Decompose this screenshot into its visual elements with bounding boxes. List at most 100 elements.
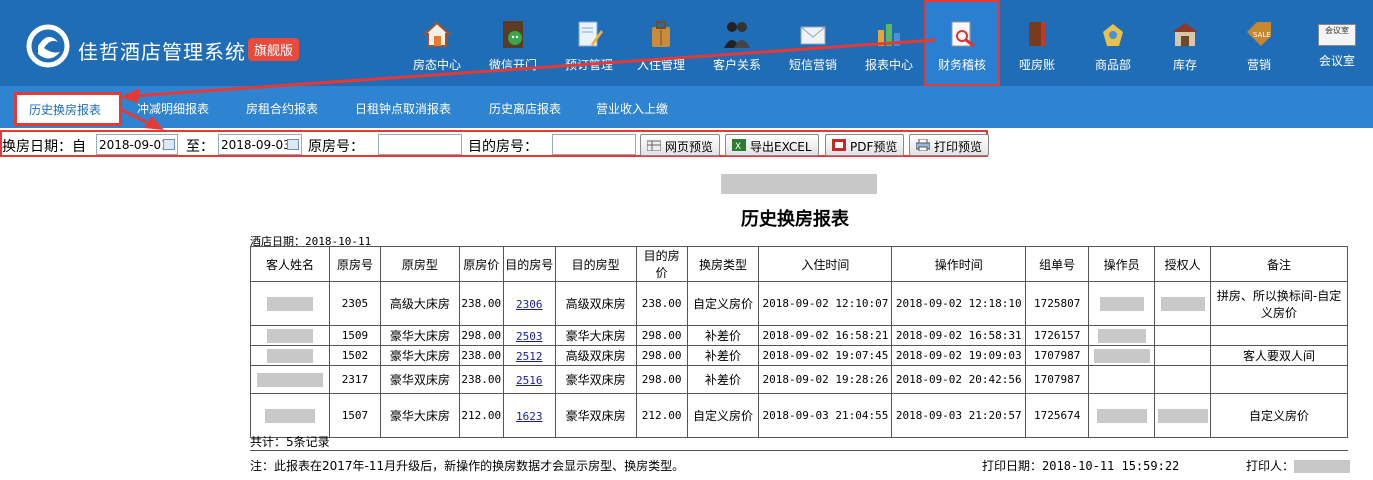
orig-type-cell: 豪华大床房 — [379, 325, 460, 346]
tab-offset-detail-report[interactable]: 冲减明细报表 — [137, 100, 209, 117]
nav-customer[interactable]: 客户关系 — [704, 0, 770, 86]
change-type-cell: 自定义房价 — [686, 281, 760, 326]
column-header: 组单号 — [1025, 246, 1090, 282]
orig-room-cell: 2305 — [328, 281, 381, 326]
nav-label: 哑房账 — [1018, 58, 1055, 72]
web-preview-button[interactable]: 网页预览 — [640, 134, 721, 156]
edition-badge: 旗舰版 — [248, 38, 300, 61]
nav-room-status[interactable]: 房态中心 — [404, 0, 470, 86]
guest-name-cell — [250, 325, 330, 346]
printer-icon — [916, 139, 930, 151]
column-header: 换房类型 — [686, 246, 760, 282]
calendar-icon[interactable] — [287, 139, 299, 150]
nav-marketing[interactable]: SALE 营销 — [1226, 0, 1292, 86]
group-no-cell: 1725674 — [1025, 393, 1090, 438]
nav-booking[interactable]: 预订管理 — [556, 0, 622, 86]
calendar-icon[interactable] — [163, 139, 175, 150]
column-header: 操作时间 — [891, 246, 1027, 282]
table-row: 1509 豪华大床房 298.00 2503 豪华大床房 298.00 补差价 … — [250, 325, 1348, 346]
button-label: 网页预览 — [665, 140, 714, 154]
booking-pencil-icon — [578, 21, 603, 47]
redacted-guest-name — [266, 348, 313, 363]
print-date: 打印日期：2018-10-11 15:59:22 — [982, 457, 1179, 474]
tab-history-checkout-report[interactable]: 历史离店报表 — [489, 100, 561, 117]
nav-label: 商品部 — [1094, 58, 1131, 72]
column-header: 目的房型 — [554, 246, 637, 282]
checkin-time-cell: 2018-09-03 21:04:55 — [758, 393, 893, 438]
group-no-cell: 1725807 — [1025, 281, 1090, 326]
table-row: 2305 高级大床房 238.00 2306 高级双床房 238.00 自定义房… — [250, 281, 1348, 326]
authorizer-cell — [1154, 281, 1212, 326]
orig-room-cell: 1502 — [328, 345, 381, 366]
pdf-icon — [832, 139, 846, 151]
tab-rent-contract-report[interactable]: 房租合约报表 — [246, 100, 318, 117]
export-excel-button[interactable]: X 导出EXCEL — [725, 134, 819, 156]
nav-checkin[interactable]: 入住管理 — [628, 0, 694, 86]
tab-day-hour-cancel-report[interactable]: 日租钟点取消报表 — [355, 100, 451, 117]
envelope-icon — [800, 26, 826, 45]
print-date-value: 2018-10-11 15:59:22 — [1042, 459, 1180, 473]
target-room-cell: 2306 — [502, 281, 556, 326]
redacted-authorizer — [1160, 296, 1205, 311]
orig-type-cell: 豪华双床房 — [379, 365, 460, 394]
guest-name-cell — [250, 393, 330, 438]
note-cell — [1210, 365, 1348, 394]
date-to-input[interactable]: 2018-09-03 — [218, 134, 302, 155]
date-from-input[interactable]: 2018-09-01 — [96, 134, 178, 155]
table-row: 1502 豪华大床房 238.00 2512 高级双床房 298.00 补差价 … — [250, 345, 1348, 366]
button-label: PDF预览 — [850, 140, 898, 154]
orig-type-cell: 豪华大床房 — [379, 393, 460, 438]
change-type-cell: 补差价 — [686, 345, 760, 366]
orig-room-cell: 1507 — [328, 393, 381, 438]
column-header: 原房号 — [328, 246, 381, 282]
nav-label: 报表中心 — [864, 58, 913, 72]
table-header-row: 客人姓名 原房号 原房型 原房价 目的房号 目的房型 目的房价 换房类型 入住时… — [250, 246, 1348, 282]
nav-finance-audit[interactable]: 财务稽核 — [924, 0, 1000, 86]
target-room-link[interactable]: 1623 — [516, 410, 543, 423]
target-price-cell: 298.00 — [635, 325, 688, 346]
operator-cell — [1088, 393, 1156, 438]
tab-revenue-remit[interactable]: 营业收入上缴 — [596, 100, 668, 117]
nav-goods[interactable]: 商品部 — [1080, 0, 1146, 86]
target-room-link[interactable]: 2512 — [516, 350, 543, 363]
target-room-link[interactable]: 2503 — [516, 330, 543, 343]
orig-price-cell: 298.00 — [458, 325, 504, 346]
room-change-table: 客人姓名 原房号 原房型 原房价 目的房号 目的房型 目的房价 换房类型 入住时… — [250, 246, 1348, 438]
authorizer-cell — [1154, 365, 1212, 394]
change-type-cell: 补差价 — [686, 365, 760, 394]
nav-label: 入住管理 — [636, 58, 685, 72]
table-row: 1507 豪华大床房 212.00 1623 豪华双床房 212.00 自定义房… — [250, 393, 1348, 438]
nav-label: 房态中心 — [412, 58, 461, 72]
target-room-label: 目的房号： — [468, 139, 538, 155]
print-preview-button[interactable]: 打印预览 — [909, 134, 990, 156]
target-room-link[interactable]: 2306 — [516, 298, 543, 311]
nav-meeting-room[interactable]: 会议室 会议室 — [1304, 0, 1370, 86]
orig-room-input[interactable] — [378, 134, 462, 155]
nav-label: 预订管理 — [564, 58, 613, 72]
target-room-link[interactable]: 2516 — [516, 374, 543, 387]
pdf-preview-button[interactable]: PDF预览 — [825, 134, 905, 156]
redacted-operator — [1097, 328, 1146, 343]
guest-name-cell — [250, 345, 330, 366]
date-from-value: 2018-09-01 — [99, 138, 169, 152]
nav-sms[interactable]: 短信营销 — [780, 0, 846, 86]
column-header: 备注 — [1210, 246, 1348, 282]
target-room-input[interactable] — [552, 134, 636, 155]
group-no-cell: 1726157 — [1025, 325, 1090, 346]
bar-report-icon — [878, 24, 900, 46]
luggage-icon — [652, 21, 670, 47]
note-cell: 客人要双人间 — [1210, 345, 1348, 366]
column-header: 原房价 — [458, 246, 504, 282]
nav-dumb-room[interactable]: 哑房账 — [1004, 0, 1070, 86]
checkin-time-cell: 2018-09-02 19:07:45 — [758, 345, 893, 366]
nav-inventory[interactable]: 库存 — [1152, 0, 1218, 86]
nav-reports[interactable]: 报表中心 — [856, 0, 922, 86]
nav-wechat-door[interactable]: 微信开门 — [480, 0, 546, 86]
warehouse-icon — [1172, 23, 1198, 46]
tab-active-label: 历史换房报表 — [29, 103, 102, 117]
target-room-cell: 2512 — [502, 345, 556, 366]
guest-name-cell — [250, 365, 330, 394]
orig-price-cell: 238.00 — [458, 365, 504, 394]
printer: 打印人： — [1246, 457, 1351, 474]
change-type-cell: 补差价 — [686, 325, 760, 346]
